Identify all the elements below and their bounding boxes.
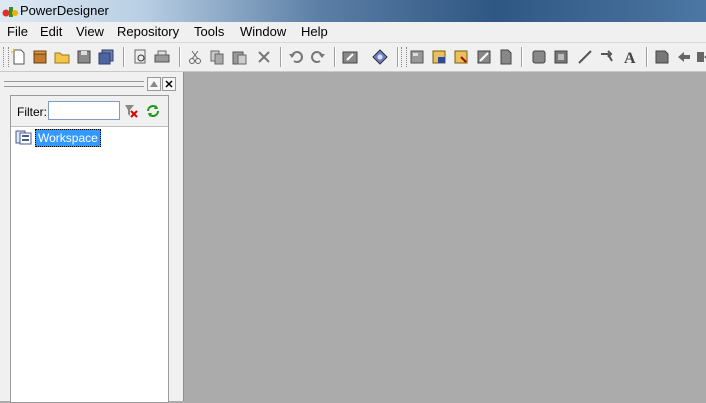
menu-tools[interactable]: Tools — [193, 24, 225, 39]
workspace-icon — [15, 130, 32, 145]
repository-checkin-icon[interactable] — [430, 48, 448, 66]
triangle-up-icon — [150, 81, 158, 87]
document-icon[interactable] — [497, 48, 515, 66]
refresh-icon[interactable] — [145, 103, 161, 119]
menu-bar: File Edit View Repository Tools Window H… — [0, 22, 706, 43]
powerdesigner-logo-icon — [2, 7, 18, 17]
more-arrow-icon[interactable] — [695, 48, 706, 66]
toolbar-grip[interactable] — [3, 47, 9, 67]
workspace-area[interactable] — [185, 72, 706, 401]
paste-icon[interactable] — [230, 48, 248, 66]
cut-icon[interactable] — [186, 48, 204, 66]
open-package-icon[interactable] — [31, 48, 49, 66]
panel-pin-button[interactable] — [147, 77, 161, 91]
picture-icon[interactable] — [552, 48, 570, 66]
save-all-icon[interactable] — [97, 48, 115, 66]
menu-view[interactable]: View — [75, 24, 105, 39]
menu-file[interactable]: File — [6, 24, 29, 39]
image-icon[interactable] — [475, 48, 493, 66]
filter-label: Filter: — [17, 105, 47, 119]
open-folder-icon[interactable] — [53, 48, 71, 66]
panel-close-button[interactable] — [162, 77, 176, 91]
text-icon[interactable]: A — [621, 48, 639, 66]
redo-icon[interactable] — [309, 48, 327, 66]
check-model-icon[interactable] — [371, 48, 389, 66]
title-bar[interactable]: PowerDesigner — [0, 0, 706, 22]
close-icon — [165, 80, 173, 88]
menu-window[interactable]: Window — [239, 24, 287, 39]
link-icon[interactable] — [598, 48, 616, 66]
browser-tree-frame: Filter: Workspace — [10, 95, 169, 403]
main-toolbar: A — [0, 43, 706, 72]
menu-repository[interactable]: Repository — [116, 24, 180, 39]
panel-drag-grip[interactable] — [4, 81, 144, 87]
clear-filter-icon[interactable] — [124, 104, 138, 118]
svg-text:A: A — [624, 50, 636, 66]
repository-checkout-icon[interactable] — [452, 48, 470, 66]
arrow-icon[interactable] — [675, 48, 693, 66]
menu-edit[interactable]: Edit — [39, 24, 63, 39]
new-icon[interactable] — [10, 48, 28, 66]
model-properties-icon[interactable] — [341, 48, 359, 66]
line-icon[interactable] — [576, 48, 594, 66]
object-browser-panel: Filter: Workspace — [0, 72, 184, 403]
shape-icon[interactable] — [530, 48, 548, 66]
copy-icon[interactable] — [208, 48, 226, 66]
select-icon[interactable] — [408, 48, 426, 66]
filter-input[interactable] — [48, 101, 120, 120]
print-icon[interactable] — [153, 48, 171, 66]
filter-bar: Filter: — [11, 96, 168, 127]
delete-icon[interactable] — [255, 48, 273, 66]
menu-help[interactable]: Help — [300, 24, 329, 39]
window-title: PowerDesigner — [20, 3, 109, 18]
save-icon[interactable] — [75, 48, 93, 66]
toolbar-grip-2[interactable] — [401, 47, 407, 67]
panel-header — [4, 77, 178, 91]
note-icon[interactable] — [653, 48, 671, 66]
undo-icon[interactable] — [287, 48, 305, 66]
tree-item-label[interactable]: Workspace — [35, 129, 101, 147]
print-preview-icon[interactable] — [131, 48, 149, 66]
